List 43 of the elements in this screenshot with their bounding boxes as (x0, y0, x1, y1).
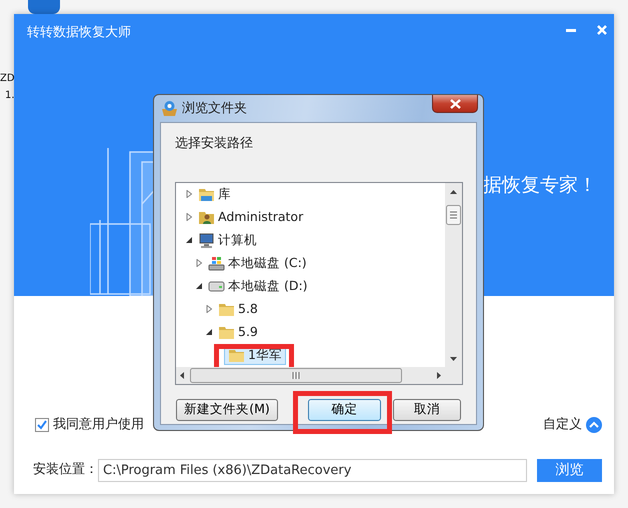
customize-link[interactable]: 自定义 (543, 415, 582, 434)
agreement-checkbox[interactable] (35, 418, 49, 432)
tree-item[interactable]: 本地磁盘 (D:) (204, 276, 312, 296)
expander-icon[interactable] (196, 282, 202, 290)
tree-label: 库 (218, 184, 231, 203)
checkmark-icon (37, 420, 47, 430)
install-label: 安装位置： (33, 461, 98, 480)
computer-icon (198, 232, 215, 248)
horizontal-scrollbar[interactable] (176, 366, 445, 384)
agreement-label: 我同意用户使用 (53, 416, 144, 434)
tree-item[interactable]: 本地磁盘 (C:) (204, 254, 311, 272)
tree-label: Administrator (218, 208, 304, 226)
slogan-text: 据恢复专家！ (483, 173, 597, 198)
tree-item[interactable]: 库 (194, 184, 235, 204)
expander-icon[interactable] (206, 328, 212, 336)
expander-icon[interactable] (186, 236, 192, 244)
scroll-thumb[interactable] (190, 368, 402, 382)
tree-item[interactable]: Administrator (194, 208, 308, 226)
dialog-button[interactable]: 取消 (393, 398, 461, 420)
window-title: 转转数据恢复大师 (27, 24, 131, 42)
tree-item[interactable]: 计算机 (194, 230, 261, 250)
path-field[interactable]: C:\Program Files (x86)\ZDataRecovery (98, 458, 527, 482)
vertical-scrollbar[interactable] (445, 182, 462, 366)
tree-item[interactable]: 5.8 (214, 300, 262, 318)
prompt-text: 选择安装路径 (175, 135, 254, 153)
tree-label: 5.8 (238, 300, 258, 318)
dialog-button[interactable]: 确定 (308, 398, 381, 420)
tree-label: 本地磁盘 (C:) (228, 254, 307, 272)
tree-label: 5.9 (238, 322, 258, 341)
drive-icon (208, 254, 225, 272)
tree-item[interactable]: 5.9 (214, 322, 262, 342)
tree-label: 本地磁盘 (D:) (228, 276, 308, 295)
tree-label: 1华军 (248, 346, 282, 364)
dialog-button[interactable]: 新建文件夹(M) (176, 398, 278, 420)
dialog-title: 浏览文件夹 (182, 100, 247, 118)
close-icon (450, 98, 460, 108)
tree-label: 计算机 (218, 230, 257, 249)
close-icon (596, 24, 608, 36)
browse-button[interactable]: 浏览 (537, 458, 602, 482)
chevron-icon[interactable] (586, 416, 602, 433)
close-button[interactable] (432, 95, 478, 113)
app-icon (161, 100, 178, 117)
scroll-thumb[interactable] (446, 204, 461, 224)
